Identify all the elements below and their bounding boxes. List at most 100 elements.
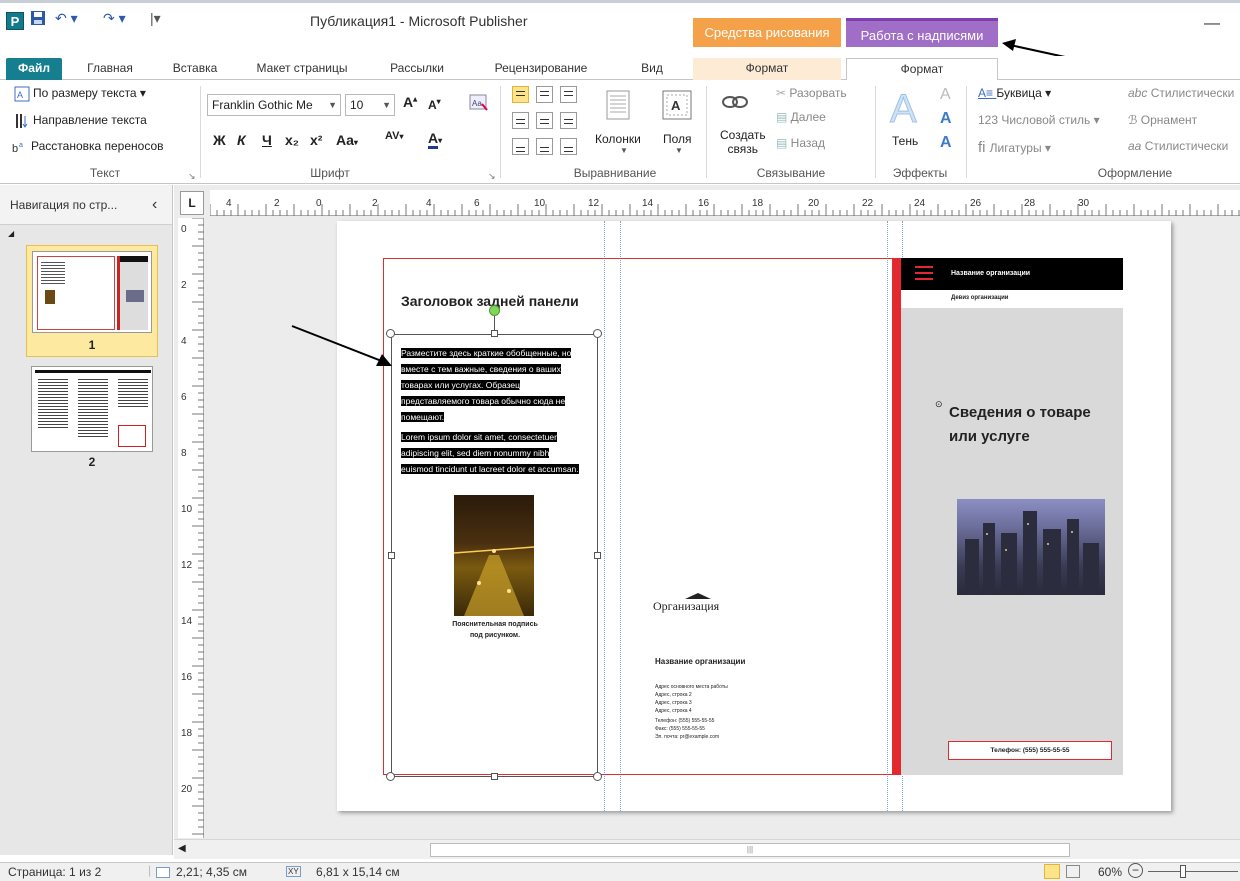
selected-body-text[interactable]: Разместите здесь краткие обобщенные, но …	[401, 345, 581, 477]
chevron-down-icon: ▾	[438, 136, 443, 145]
stylistic-alternates-button[interactable]: aa Стилистически	[1128, 139, 1228, 153]
outline-effect-icon[interactable]: A	[940, 86, 951, 104]
columns-icon[interactable]	[606, 90, 630, 123]
publisher-app-icon[interactable]: P	[6, 12, 24, 30]
vertical-ruler[interactable]: 0 2 4 6 8 10 12 14 16 18 20	[178, 217, 204, 838]
tab-textbox-format[interactable]: Формат	[846, 58, 998, 81]
page-thumbnail-2[interactable]	[31, 366, 153, 452]
italic-button[interactable]: К	[237, 132, 246, 148]
align-middle-right-button[interactable]	[560, 112, 577, 129]
cover-phone-box[interactable]: Телефон: (555) 555-55-55	[948, 741, 1112, 760]
night-road-photo[interactable]	[453, 495, 535, 616]
font-name-combo[interactable]: Franklin Gothic Me ▼	[207, 94, 341, 116]
grow-font-button[interactable]: A▴	[403, 94, 417, 110]
cover-organization-name[interactable]: Название организации	[951, 270, 1030, 277]
tab-drawing-format[interactable]: Формат	[693, 58, 841, 80]
page-thumbnail-1[interactable]: 1	[26, 245, 158, 357]
font-group-launcher-icon[interactable]: ↘	[488, 171, 496, 182]
shadow-effect-icon[interactable]: A	[888, 84, 922, 132]
align-bottom-right-button[interactable]	[560, 138, 577, 155]
text-direction-button[interactable]: Направление текста	[14, 113, 147, 129]
resize-handle-s[interactable]	[491, 773, 498, 780]
margins-icon[interactable]: A	[662, 90, 692, 123]
customize-toolbar-icon[interactable]: |▾	[150, 10, 161, 27]
photo-caption[interactable]: Пояснительная подпись под рисунком.	[449, 619, 541, 641]
page-count-status[interactable]: Страница: 1 из 2	[8, 865, 101, 879]
publication-page[interactable]: Заголовок задней панели Разместите здесь…	[337, 221, 1171, 811]
resize-handle-w[interactable]	[388, 552, 395, 559]
undo-icon[interactable]: ↶ ▾	[55, 10, 78, 27]
product-service-title[interactable]: Сведения о товаре или услуге	[949, 401, 1119, 449]
bold-button[interactable]: Ж	[213, 132, 226, 148]
city-skyline-photo[interactable]	[957, 499, 1105, 595]
tab-insert[interactable]: Вставка	[160, 58, 230, 80]
organization-motto[interactable]: Девиз организации	[951, 295, 1009, 301]
panel2-organization-name[interactable]: Название организации	[655, 657, 745, 666]
align-top-left-button[interactable]	[512, 86, 529, 103]
rotate-handle[interactable]	[489, 305, 500, 316]
margins-button[interactable]: Поля	[663, 132, 692, 146]
horizontal-scrollbar[interactable]: ◀ |||	[174, 839, 1240, 859]
single-page-view-icon[interactable]	[1044, 864, 1060, 879]
columns-button[interactable]: Колонки	[595, 132, 641, 146]
resize-handle-sw[interactable]	[386, 772, 395, 781]
drop-cap-button[interactable]: A≡ Буквица ▾	[978, 86, 1051, 100]
stylistic-sets-button[interactable]: abc Стилистически	[1128, 86, 1234, 100]
break-link-button[interactable]: ✂ Разорвать	[776, 86, 847, 100]
create-link-icon[interactable]	[722, 94, 748, 113]
zoom-slider-thumb[interactable]	[1180, 865, 1186, 878]
align-middle-left-button[interactable]	[512, 112, 529, 129]
align-middle-center-button[interactable]	[536, 112, 553, 129]
engrave-effect-icon[interactable]: A	[940, 134, 952, 152]
ligatures-button[interactable]: fi Лигатуры ▾	[978, 139, 1051, 156]
emboss-effect-icon[interactable]: A	[940, 110, 952, 128]
next-link-button[interactable]: ▤ Далее	[776, 110, 826, 124]
number-style-button[interactable]: 123 Числовой стиль ▾	[978, 113, 1100, 127]
shrink-font-button[interactable]: A▾	[428, 97, 441, 112]
superscript-button[interactable]: x²	[310, 132, 322, 148]
resize-handle-ne[interactable]	[593, 329, 602, 338]
panel2-address-block[interactable]: Адрес основного места работы Адрес, стро…	[655, 683, 728, 741]
text-group-launcher-icon[interactable]: ↘	[188, 171, 196, 182]
tab-home[interactable]: Главная	[70, 58, 150, 80]
resize-handle-se[interactable]	[593, 772, 602, 781]
redo-icon[interactable]: ↷ ▾	[103, 10, 126, 27]
tab-file[interactable]: Файл	[6, 58, 62, 80]
tab-page-design[interactable]: Макет страницы	[242, 58, 362, 80]
back-link-button[interactable]: ▤ Назад	[776, 136, 825, 150]
scroll-thumb[interactable]: |||	[430, 843, 1070, 857]
resize-handle-n[interactable]	[491, 330, 498, 337]
resize-handle-e[interactable]	[594, 552, 601, 559]
align-top-right-button[interactable]	[560, 86, 577, 103]
tab-mailings[interactable]: Рассылки	[372, 58, 462, 80]
character-spacing-button[interactable]: AV▾	[385, 130, 403, 142]
ornament-button[interactable]: ℬ Орнамент	[1128, 113, 1197, 127]
shadow-button[interactable]: Тень	[892, 134, 918, 148]
collapse-pane-icon[interactable]: ‹	[152, 185, 157, 225]
tab-review[interactable]: Рецензирование	[476, 58, 606, 80]
hyphenation-button[interactable]: b a Расстановка переносов	[12, 139, 164, 155]
minimize-button[interactable]: —	[1204, 15, 1220, 33]
organization-logo-text[interactable]: Организация	[653, 599, 719, 614]
fit-text-button[interactable]: A По размеру текста ▾	[14, 86, 146, 102]
change-case-button[interactable]: Aa▾	[336, 132, 358, 148]
two-page-view-icon[interactable]	[1066, 865, 1080, 878]
clear-formatting-icon[interactable]: Aа	[468, 92, 490, 117]
zoom-slider-track[interactable]	[1148, 871, 1238, 872]
font-size-combo[interactable]: 10 ▼	[345, 94, 395, 116]
align-bottom-left-button[interactable]	[512, 138, 529, 155]
pages-section-toggle-icon[interactable]: ◢	[8, 229, 14, 238]
save-icon[interactable]	[30, 10, 46, 29]
tab-view[interactable]: Вид	[622, 58, 682, 80]
create-link-button[interactable]: Создать связь	[720, 128, 766, 156]
font-color-button[interactable]: A▾	[428, 130, 443, 149]
scroll-left-icon[interactable]: ◀	[178, 843, 186, 854]
zoom-level[interactable]: 60%	[1098, 865, 1122, 879]
horizontal-ruler[interactable]: 4 2 0 2 4 6 10 12 14 16 18 20 22 24 26 28 30	[209, 190, 1240, 216]
align-bottom-center-button[interactable]	[536, 138, 553, 155]
zoom-out-button[interactable]: −	[1128, 863, 1143, 878]
tab-selector-button[interactable]: L	[180, 191, 204, 215]
align-top-center-button[interactable]	[536, 86, 553, 103]
subscript-button[interactable]: x₂	[285, 132, 299, 148]
underline-button[interactable]: Ч	[262, 132, 272, 148]
